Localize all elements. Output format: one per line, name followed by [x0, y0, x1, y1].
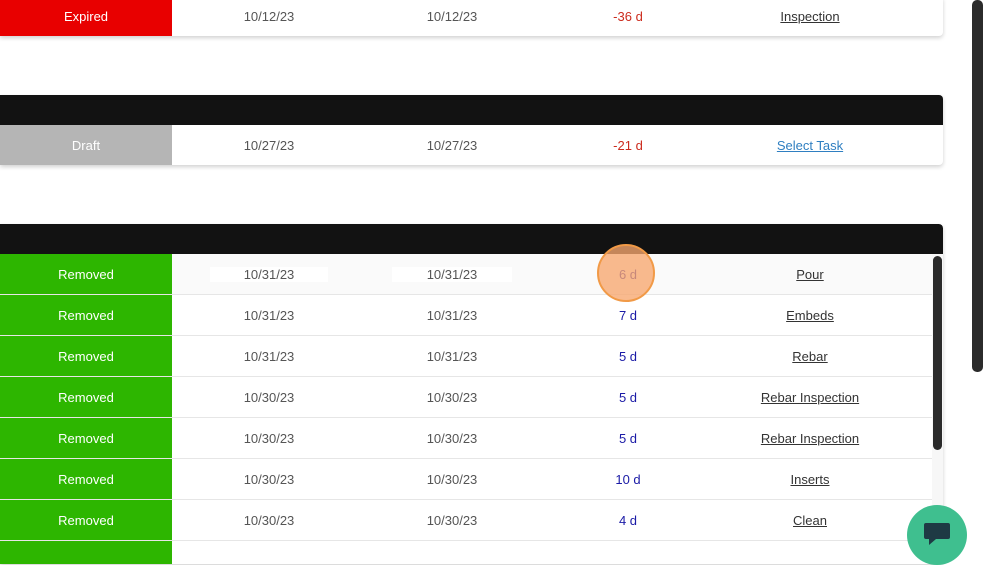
table-row[interactable]: Removed 10/31/23 10/31/23 5 d Rebar [0, 335, 943, 376]
status-badge: Removed [0, 377, 172, 417]
table-row[interactable]: Removed 10/30/23 10/30/23 4 d Clean [0, 499, 943, 540]
task-link[interactable]: Inspection [730, 9, 890, 24]
task-link[interactable]: Rebar Inspection [730, 390, 890, 405]
days-remaining: 4 d [618, 512, 638, 528]
status-badge: Removed [0, 336, 172, 376]
card-header [0, 95, 943, 125]
days-remaining: 10 d [615, 471, 641, 487]
end-date: 10/30/23 [426, 471, 478, 487]
status-badge: Removed [0, 500, 172, 540]
status-badge: Removed [0, 254, 172, 294]
task-link[interactable]: Inserts [730, 472, 890, 487]
table-row[interactable]: Removed 10/31/23 10/31/23 6 d Pour [0, 254, 943, 294]
end-date: 10/31/23 [392, 266, 512, 282]
end-date: 10/30/23 [426, 389, 478, 405]
task-link[interactable]: Clean [730, 513, 890, 528]
status-badge: Expired [0, 0, 172, 36]
start-date: 10/30/23 [243, 471, 295, 487]
task-link[interactable]: Embeds [730, 308, 890, 323]
start-date: 10/27/23 [243, 137, 295, 153]
end-date: 10/12/23 [426, 8, 478, 24]
task-link[interactable]: Rebar Inspection [730, 431, 890, 446]
table-row[interactable]: Expired 10/12/23 10/12/23 -36 d Inspecti… [0, 0, 943, 36]
table-scrollbar-thumb[interactable] [933, 256, 942, 450]
schedule-card-3: Removed 10/31/23 10/31/23 6 d Pour Remov… [0, 224, 943, 564]
table-row[interactable]: Removed 10/30/23 10/30/23 10 d Inserts [0, 458, 943, 499]
end-date: 10/30/23 [426, 430, 478, 446]
days-remaining: -21 d [613, 137, 643, 153]
end-date: 10/31/23 [426, 348, 478, 364]
table-row[interactable]: Draft 10/27/23 10/27/23 -21 d Select Tas… [0, 125, 943, 165]
table-row-partial[interactable] [0, 540, 943, 564]
start-date: 10/31/23 [243, 307, 295, 323]
start-date: 10/31/23 [210, 266, 328, 282]
task-link[interactable]: Pour [730, 267, 890, 282]
days-remaining: 5 d [618, 348, 638, 364]
select-task-link[interactable]: Select Task [730, 138, 890, 153]
days-remaining: 7 d [618, 307, 638, 323]
status-badge: Removed [0, 295, 172, 335]
status-badge [0, 541, 172, 564]
page-scrollbar-thumb[interactable] [972, 0, 983, 372]
start-date: 10/31/23 [243, 348, 295, 364]
chat-bubble-icon [924, 523, 950, 545]
table-row[interactable]: Removed 10/30/23 10/30/23 5 d Rebar Insp… [0, 417, 943, 458]
end-date: 10/30/23 [426, 512, 478, 528]
status-badge: Removed [0, 459, 172, 499]
end-date: 10/31/23 [426, 307, 478, 323]
status-badge: Removed [0, 418, 172, 458]
chat-button[interactable] [907, 505, 967, 565]
start-date: 10/30/23 [243, 389, 295, 405]
table-row[interactable]: Removed 10/30/23 10/30/23 5 d Rebar Insp… [0, 376, 943, 417]
days-remaining: 6 d [618, 266, 638, 282]
schedule-card-2: Draft 10/27/23 10/27/23 -21 d Select Tas… [0, 95, 943, 165]
days-remaining: 5 d [618, 389, 638, 405]
table-row[interactable]: Removed 10/31/23 10/31/23 7 d Embeds [0, 294, 943, 335]
schedule-card-1: Expired 10/12/23 10/12/23 -36 d Inspecti… [0, 0, 943, 36]
card-header [0, 224, 943, 254]
days-remaining: 5 d [618, 430, 638, 446]
days-remaining: -36 d [613, 8, 643, 24]
start-date: 10/12/23 [243, 8, 295, 24]
task-link[interactable]: Rebar [730, 349, 890, 364]
status-badge: Draft [0, 125, 172, 165]
end-date: 10/27/23 [426, 137, 478, 153]
start-date: 10/30/23 [243, 512, 295, 528]
start-date: 10/30/23 [243, 430, 295, 446]
